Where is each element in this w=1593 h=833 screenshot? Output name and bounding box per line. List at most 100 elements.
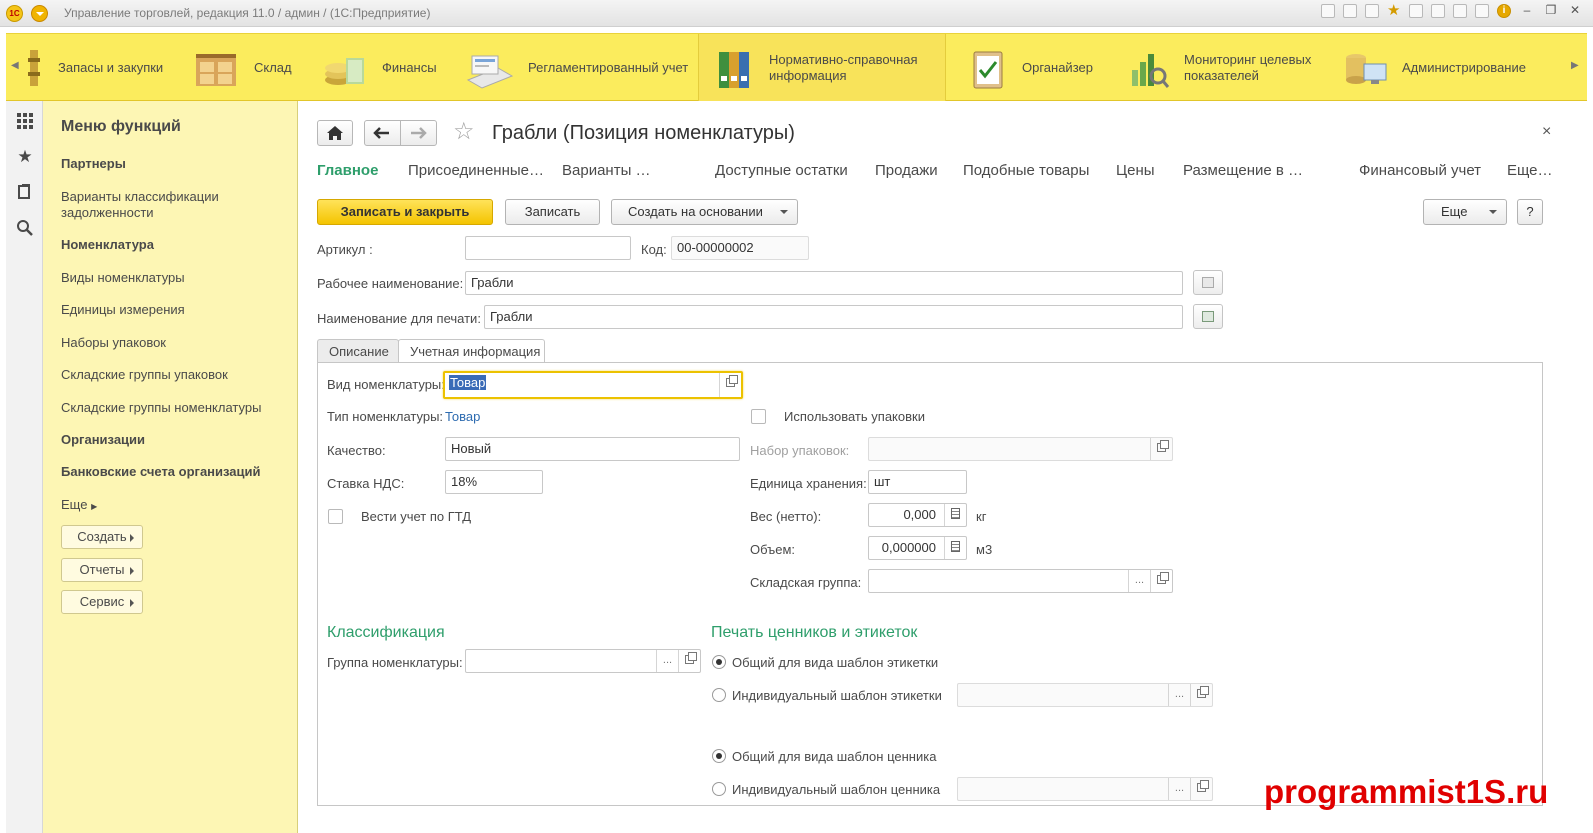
price-common-radio[interactable] xyxy=(712,749,726,763)
code-field[interactable]: 00-00000002 xyxy=(671,236,809,260)
work-name-field[interactable]: Грабли xyxy=(465,271,1183,295)
restore-icon[interactable]: ❐ xyxy=(1543,4,1559,18)
section-regulated[interactable]: Регламентированный учет xyxy=(464,34,688,101)
section-finance[interactable]: Финансы xyxy=(322,34,437,101)
article-field[interactable] xyxy=(465,236,631,260)
section-warehouse[interactable]: Склад xyxy=(194,34,292,101)
volume-field[interactable]: 0,000000 xyxy=(868,536,967,560)
select-group-button[interactable]: ... xyxy=(656,650,678,672)
tab-similar-goods[interactable]: Подобные товары xyxy=(963,162,1089,179)
open-kind-button[interactable] xyxy=(719,373,741,397)
save-and-close-button[interactable]: Записать и закрыть xyxy=(317,199,493,225)
open-pack-set-button[interactable] xyxy=(1150,438,1172,460)
info-icon[interactable]: i xyxy=(1497,4,1511,18)
back-button[interactable] xyxy=(364,120,401,146)
quality-field[interactable]: Новый xyxy=(445,437,740,461)
favorite-star-icon[interactable]: ☆ xyxy=(453,119,475,145)
calculator-button[interactable] xyxy=(944,537,966,559)
wh-group-field[interactable]: ... xyxy=(868,569,1173,593)
tab-attached[interactable]: Присоединенные… xyxy=(408,162,544,179)
use-packs-checkbox[interactable] xyxy=(751,409,766,424)
section-monitoring[interactable]: Мониторинг целевых показателей xyxy=(1128,34,1314,101)
tab-more[interactable]: Еще… xyxy=(1507,162,1553,179)
label-individual-radio[interactable] xyxy=(712,688,726,702)
price-template-field[interactable]: ... xyxy=(957,777,1213,801)
calendar-icon[interactable] xyxy=(1453,4,1467,18)
weight-field[interactable]: 0,000 xyxy=(868,503,967,527)
fill-print-name-button[interactable] xyxy=(1193,304,1223,329)
app-logo-icon[interactable]: 1С xyxy=(6,5,23,22)
create-button[interactable]: Создать xyxy=(61,525,143,549)
service-button[interactable]: Сервис xyxy=(61,590,143,614)
scroll-right-icon[interactable]: ▶ xyxy=(1571,60,1579,71)
search-icon[interactable] xyxy=(16,219,34,237)
select-label-template-button[interactable]: ... xyxy=(1168,684,1190,706)
save-button[interactable]: Записать xyxy=(505,199,600,225)
favorites-star-icon[interactable]: ★ xyxy=(16,148,34,166)
vat-field[interactable]: 18% xyxy=(445,470,543,494)
calculator-button[interactable] xyxy=(944,504,966,526)
pack-set-field[interactable] xyxy=(868,437,1173,461)
minimize-icon[interactable]: – xyxy=(1519,4,1535,18)
history-icon[interactable] xyxy=(16,183,34,201)
calculator-icon[interactable] xyxy=(1431,4,1445,18)
open-label-template-button[interactable] xyxy=(1190,684,1212,706)
menu-item-organizations[interactable]: Организации xyxy=(61,432,281,448)
close-window-icon[interactable]: ✕ xyxy=(1567,4,1583,18)
tab-sales[interactable]: Продажи xyxy=(875,162,938,179)
subtab-accounting-info[interactable]: Учетная информация xyxy=(398,339,545,364)
print-name-field[interactable]: Грабли xyxy=(484,305,1183,329)
menu-item-units[interactable]: Единицы измерения xyxy=(61,302,281,318)
home-button[interactable] xyxy=(317,120,353,146)
scroll-left-icon[interactable]: ◀ xyxy=(11,60,19,71)
open-price-template-button[interactable] xyxy=(1190,778,1212,800)
subtab-description[interactable]: Описание xyxy=(317,339,399,363)
menu-item-pack-sets[interactable]: Наборы упаковок xyxy=(61,335,281,351)
reports-button[interactable]: Отчеты xyxy=(61,558,143,582)
menu-item-nomenclature[interactable]: Номенклатура xyxy=(61,237,281,253)
select-wh-group-button[interactable]: ... xyxy=(1128,570,1150,592)
print-icon[interactable] xyxy=(1321,4,1335,18)
storage-unit-field[interactable]: шт xyxy=(868,470,967,494)
help-button[interactable]: ? xyxy=(1517,199,1543,225)
gtd-checkbox[interactable] xyxy=(328,509,343,524)
menu-item-pack-groups[interactable]: Складские группы упаковок xyxy=(61,367,281,383)
preview-icon[interactable] xyxy=(1343,4,1357,18)
kind-field[interactable]: Товар xyxy=(443,371,743,399)
copy-icon[interactable] xyxy=(1365,4,1379,18)
tab-financial-accounting[interactable]: Финансовый учет xyxy=(1359,162,1481,179)
tab-main[interactable]: Главное xyxy=(317,162,378,179)
section-organizer[interactable]: Органайзер xyxy=(968,34,1093,101)
group-field[interactable]: ... xyxy=(465,649,701,673)
type-value-link[interactable]: Товар xyxy=(445,409,480,424)
history-icon[interactable] xyxy=(1409,4,1423,18)
more-actions-button[interactable]: Еще xyxy=(1423,199,1507,225)
price-individual-radio[interactable] xyxy=(712,782,726,796)
section-stock[interactable]: Запасы и закупки xyxy=(24,34,163,101)
menu-item-nomenclature-kinds[interactable]: Виды номенклатуры xyxy=(61,270,281,286)
open-group-button[interactable] xyxy=(678,650,700,672)
tab-variants[interactable]: Варианты … xyxy=(562,162,651,179)
main-menu-icon[interactable] xyxy=(31,5,48,22)
tab-placement[interactable]: Размещение в … xyxy=(1183,162,1303,179)
forward-button[interactable] xyxy=(400,120,437,146)
tab-available-stock[interactable]: Доступные остатки xyxy=(715,162,848,179)
menu-item-partners[interactable]: Партнеры xyxy=(61,156,281,172)
select-price-template-button[interactable]: ... xyxy=(1168,778,1190,800)
menu-more[interactable]: Еще ▶ xyxy=(61,497,281,515)
create-based-on-button[interactable]: Создать на основании xyxy=(611,199,798,225)
tab-prices[interactable]: Цены xyxy=(1116,162,1155,179)
menu-item-nomenclature-groups[interactable]: Складские группы номенклатуры xyxy=(61,400,281,416)
copy-name-button[interactable] xyxy=(1193,270,1223,295)
open-wh-group-button[interactable] xyxy=(1150,570,1172,592)
favorites-icon[interactable]: ★ xyxy=(1387,3,1401,18)
memory-icon[interactable] xyxy=(1475,4,1489,18)
section-reference[interactable]: Нормативно-справочная информация xyxy=(698,34,946,101)
close-form-icon[interactable]: × xyxy=(1542,123,1551,141)
label-common-radio[interactable] xyxy=(712,655,726,669)
section-admin[interactable]: Администрирование xyxy=(1344,34,1526,101)
label-template-field[interactable]: ... xyxy=(957,683,1213,707)
menu-item-bank-accounts[interactable]: Банковские счета организаций xyxy=(61,464,281,480)
menu-item-debt-classification[interactable]: Варианты классификации задолженности xyxy=(61,189,281,221)
all-functions-icon[interactable] xyxy=(16,112,34,130)
